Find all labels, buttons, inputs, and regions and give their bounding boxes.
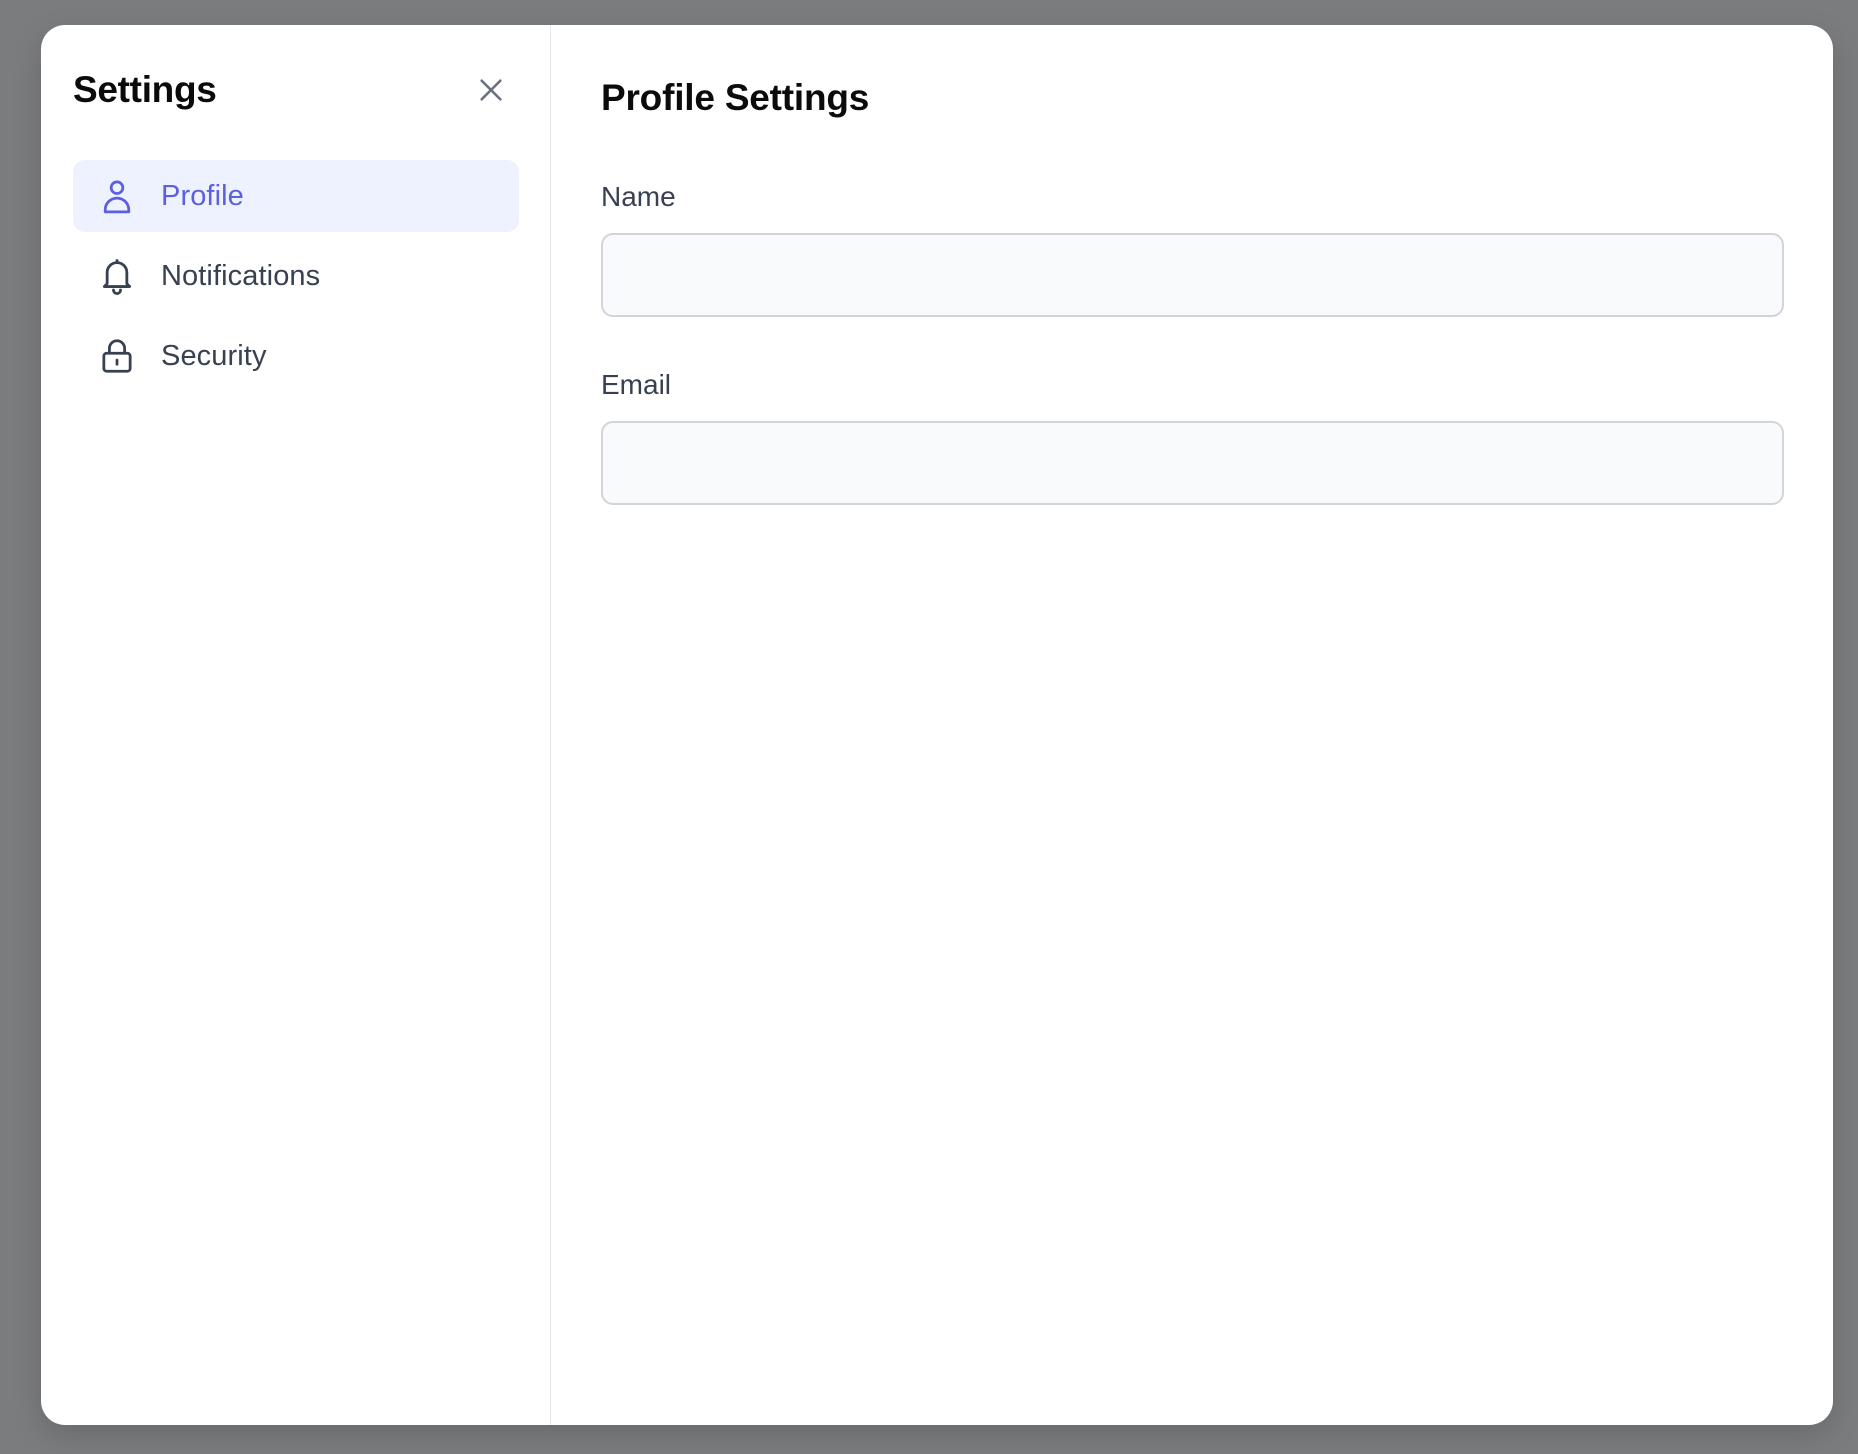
page-title: Profile Settings (601, 77, 870, 118)
close-icon (480, 79, 502, 101)
settings-content: Profile Settings Name Email (551, 25, 1833, 1425)
sidebar-item-label: Security (161, 339, 267, 372)
close-button[interactable] (469, 68, 513, 112)
sidebar-nav: Profile Notifications Security (73, 160, 519, 400)
settings-dialog: Settings Profile Notifications Security … (41, 25, 1833, 1425)
sidebar-item-label: Profile (161, 179, 244, 212)
sidebar-item-label: Notifications (161, 259, 321, 292)
sidebar-item-profile[interactable]: Profile (73, 160, 519, 232)
email-label: Email (601, 369, 672, 400)
name-label: Name (601, 181, 676, 212)
sidebar-item-security[interactable]: Security (73, 320, 519, 392)
settings-sidebar: Settings Profile Notifications Security (41, 25, 551, 1425)
email-input[interactable] (601, 421, 1784, 505)
lock-icon (99, 338, 135, 374)
name-input[interactable] (601, 233, 1784, 317)
sidebar-header: Settings (73, 61, 519, 119)
email-field-group: Email (601, 369, 1784, 505)
name-field-group: Name (601, 181, 1784, 317)
sidebar-item-notifications[interactable]: Notifications (73, 240, 519, 312)
user-icon (99, 178, 135, 214)
bell-icon (99, 258, 135, 295)
sidebar-title: Settings (73, 69, 217, 110)
